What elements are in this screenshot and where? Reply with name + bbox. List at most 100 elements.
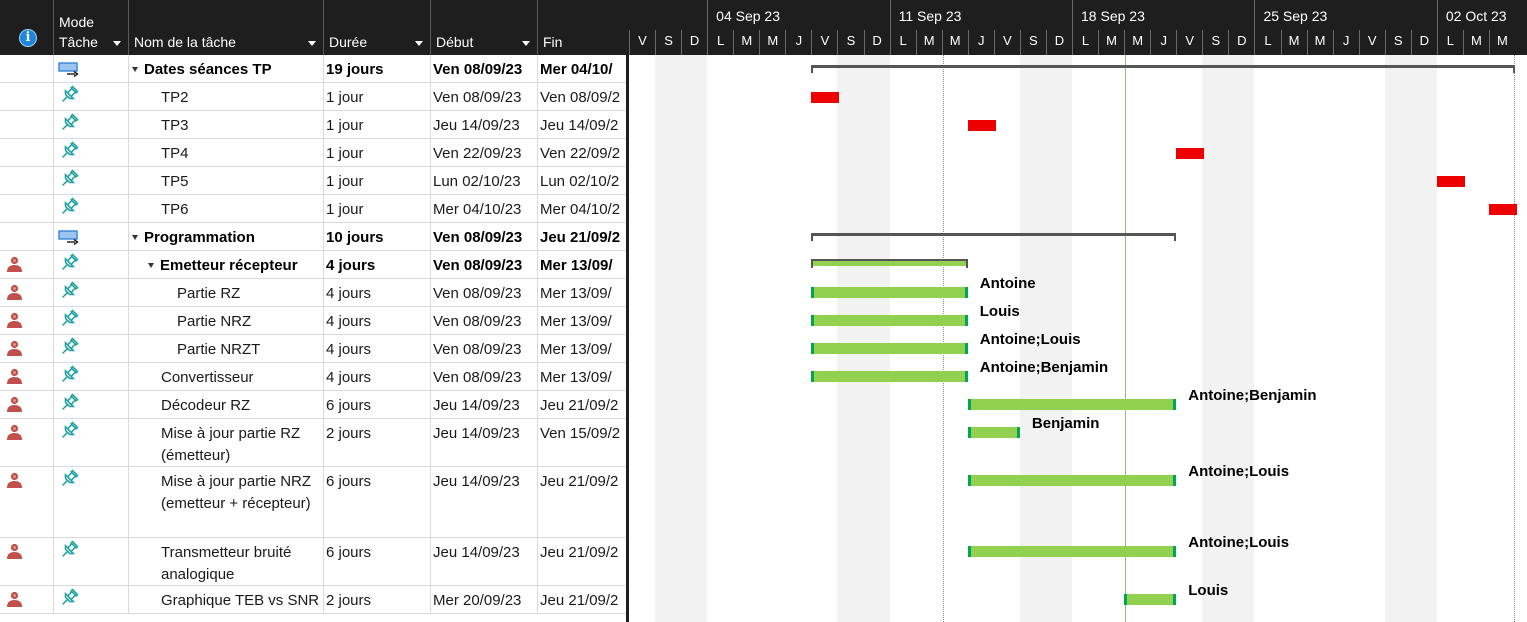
collapse-triangle-icon[interactable] <box>132 235 138 240</box>
resource-person-icon[interactable] <box>6 312 23 328</box>
table-row[interactable]: TP2 1 jour Ven 08/09/23 Ven 08/09/2 <box>0 83 626 111</box>
table-row[interactable]: Programmation 10 jours Ven 08/09/23 Jeu 21/… <box>0 223 626 251</box>
resource-person-icon[interactable] <box>6 340 23 356</box>
session-bar[interactable] <box>1488 204 1518 215</box>
task-name-cell[interactable]: Convertisseur <box>129 363 324 390</box>
finish-cell[interactable]: Jeu 21/09/2 <box>538 586 626 613</box>
start-cell[interactable]: Ven 08/09/23 <box>431 83 538 110</box>
start-cell[interactable]: Ven 22/09/23 <box>431 139 538 166</box>
task-bar[interactable] <box>811 343 968 354</box>
finish-column-header[interactable]: Fin <box>538 0 626 55</box>
duration-cell[interactable]: 10 jours <box>324 223 431 250</box>
start-cell[interactable]: Jeu 14/09/23 <box>431 391 538 418</box>
mode-cell[interactable] <box>54 467 129 537</box>
task-bar[interactable] <box>967 546 1177 557</box>
mode-cell[interactable] <box>54 586 129 613</box>
table-row[interactable]: Mise à jour partie RZ (émetteur) 2 jours J… <box>0 419 626 467</box>
table-row[interactable]: Convertisseur 4 jours Ven 08/09/23 Mer 13/0… <box>0 363 626 391</box>
mode-column-header[interactable]: Mode Tâche <box>54 0 129 55</box>
table-row[interactable]: Graphique TEB vs SNR 2 jours Mer 20/09/23 J… <box>0 586 626 614</box>
task-bar[interactable] <box>967 475 1177 486</box>
start-cell[interactable]: Jeu 14/09/23 <box>431 419 538 466</box>
session-bar[interactable] <box>1436 176 1465 187</box>
finish-cell[interactable]: Mer 13/09/ <box>538 335 626 362</box>
duration-cell[interactable]: 4 jours <box>324 279 431 306</box>
resource-person-icon[interactable] <box>6 368 23 384</box>
duration-cell[interactable]: 2 jours <box>324 586 431 613</box>
collapse-triangle-icon[interactable] <box>132 67 138 72</box>
mode-cell[interactable] <box>54 139 129 166</box>
table-row[interactable]: Transmetteur bruité analogique 6 jours Jeu… <box>0 538 626 586</box>
start-cell[interactable]: Jeu 14/09/23 <box>431 538 538 585</box>
resource-person-icon[interactable] <box>6 543 23 559</box>
table-row[interactable]: Mise à jour partie NRZ (emetteur + récep… <box>0 467 626 538</box>
resource-person-icon[interactable] <box>6 472 23 488</box>
duration-cell[interactable]: 4 jours <box>324 251 431 278</box>
chevron-down-icon[interactable] <box>522 41 530 46</box>
task-name-cell[interactable]: TP5 <box>129 167 324 194</box>
start-cell[interactable]: Ven 08/09/23 <box>431 307 538 334</box>
resource-person-icon[interactable] <box>6 591 23 607</box>
info-column-header[interactable]: i <box>0 0 54 55</box>
finish-cell[interactable]: Jeu 14/09/2 <box>538 111 626 138</box>
table-row[interactable]: Partie NRZ 4 jours Ven 08/09/23 Mer 13/09/ <box>0 307 626 335</box>
task-name-cell[interactable]: Transmetteur bruité analogique <box>129 538 324 585</box>
finish-cell[interactable]: Mer 13/09/ <box>538 251 626 278</box>
task-bar[interactable] <box>811 371 968 382</box>
finish-cell[interactable]: Lun 02/10/2 <box>538 167 626 194</box>
chevron-down-icon[interactable] <box>308 41 316 46</box>
table-row[interactable]: Partie NRZT 4 jours Ven 08/09/23 Mer 13/09/ <box>0 335 626 363</box>
task-name-cell[interactable]: Décodeur RZ <box>129 391 324 418</box>
duration-column-header[interactable]: Durée <box>324 0 431 55</box>
session-bar[interactable] <box>1176 148 1205 159</box>
resource-person-icon[interactable] <box>6 256 23 272</box>
mode-cell[interactable] <box>54 55 129 82</box>
start-cell[interactable]: Mer 20/09/23 <box>431 586 538 613</box>
duration-cell[interactable]: 4 jours <box>324 335 431 362</box>
start-cell[interactable]: Ven 08/09/23 <box>431 55 538 82</box>
mode-cell[interactable] <box>54 335 129 362</box>
summary-bar[interactable] <box>811 65 1516 73</box>
task-name-cell[interactable]: Mise à jour partie RZ (émetteur) <box>129 419 324 466</box>
task-name-cell[interactable]: Partie NRZ <box>129 307 324 334</box>
task-bar[interactable] <box>967 399 1177 410</box>
finish-cell[interactable]: Mer 13/09/ <box>538 279 626 306</box>
table-row[interactable]: TP4 1 jour Ven 22/09/23 Ven 22/09/2 <box>0 139 626 167</box>
table-row[interactable]: Partie RZ 4 jours Ven 08/09/23 Mer 13/09/ <box>0 279 626 307</box>
duration-cell[interactable]: 4 jours <box>324 307 431 334</box>
mode-cell[interactable] <box>54 363 129 390</box>
task-bar[interactable] <box>1124 594 1177 605</box>
duration-cell[interactable]: 6 jours <box>324 391 431 418</box>
resource-person-icon[interactable] <box>6 396 23 412</box>
task-name-cell[interactable]: Mise à jour partie NRZ (emetteur + récep… <box>129 467 324 537</box>
mode-cell[interactable] <box>54 167 129 194</box>
duration-cell[interactable]: 1 jour <box>324 167 431 194</box>
table-row[interactable]: Emetteur récepteur 4 jours Ven 08/09/23 Mer… <box>0 251 626 279</box>
mode-cell[interactable] <box>54 83 129 110</box>
chevron-down-icon[interactable] <box>113 41 121 46</box>
collapse-triangle-icon[interactable] <box>148 263 154 268</box>
finish-cell[interactable]: Ven 15/09/2 <box>538 419 626 466</box>
duration-cell[interactable]: 6 jours <box>324 467 431 537</box>
task-name-cell[interactable]: Partie RZ <box>129 279 324 306</box>
mode-cell[interactable] <box>54 195 129 222</box>
duration-cell[interactable]: 19 jours <box>324 55 431 82</box>
task-name-cell[interactable]: Emetteur récepteur <box>129 251 324 278</box>
finish-cell[interactable]: Mer 13/09/ <box>538 363 626 390</box>
start-cell[interactable]: Ven 08/09/23 <box>431 223 538 250</box>
start-cell[interactable]: Ven 08/09/23 <box>431 251 538 278</box>
finish-cell[interactable]: Ven 08/09/2 <box>538 83 626 110</box>
group-summary-bar[interactable] <box>811 259 968 268</box>
session-bar[interactable] <box>811 92 840 103</box>
table-row[interactable]: Décodeur RZ 6 jours Jeu 14/09/23 Jeu 21/09/… <box>0 391 626 419</box>
mode-cell[interactable] <box>54 251 129 278</box>
summary-bar[interactable] <box>811 233 1177 241</box>
finish-cell[interactable]: Mer 04/10/ <box>538 55 626 82</box>
duration-cell[interactable]: 1 jour <box>324 139 431 166</box>
finish-cell[interactable]: Jeu 21/09/2 <box>538 391 626 418</box>
start-cell[interactable]: Jeu 14/09/23 <box>431 111 538 138</box>
start-cell[interactable]: Ven 08/09/23 <box>431 363 538 390</box>
task-name-cell[interactable]: Graphique TEB vs SNR <box>129 586 324 613</box>
mode-cell[interactable] <box>54 538 129 585</box>
duration-cell[interactable]: 2 jours <box>324 419 431 466</box>
